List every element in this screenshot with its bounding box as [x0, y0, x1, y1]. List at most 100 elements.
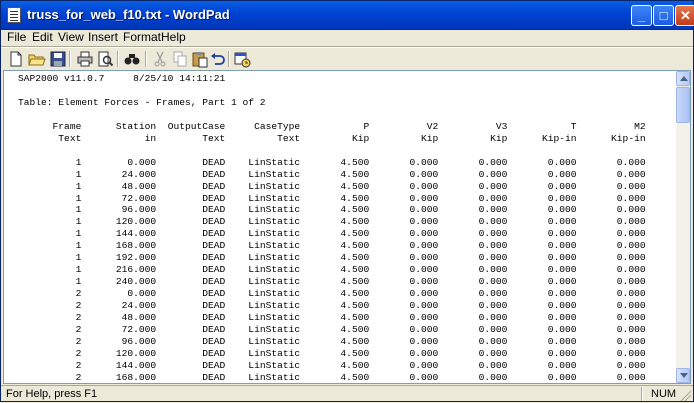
table-cell: 24.000 [81, 168, 157, 180]
cut-icon[interactable] [151, 50, 169, 68]
table-cell: M2 [576, 120, 646, 132]
window-title: truss_for_web_f10.txt - WordPad [27, 7, 230, 22]
table-cell: LinStatic [225, 324, 301, 336]
table-cell: 0.000 [576, 168, 646, 180]
menu-insert[interactable]: Insert [88, 30, 118, 44]
print-preview-icon[interactable] [96, 50, 114, 68]
table-row: 1 96.000 DEAD LinStatic 4.500 0.000 0.00… [18, 204, 646, 215]
wordpad-document-icon[interactable] [7, 7, 21, 23]
table-cell: OutputCase [156, 120, 226, 132]
table-cell: 0.000 [369, 347, 439, 359]
table-cell: LinStatic [225, 264, 301, 276]
table-cell: 168.000 [81, 240, 157, 252]
table-cell: 1 [18, 216, 82, 228]
table-cell: 0.000 [507, 192, 577, 204]
vertical-scrollbar[interactable] [676, 71, 690, 383]
table-cell: 0.000 [369, 192, 439, 204]
menu-file[interactable]: File [7, 30, 26, 44]
scroll-down-button[interactable] [676, 368, 690, 383]
table-cell: 0.000 [507, 264, 577, 276]
print-icon[interactable] [76, 50, 94, 68]
table-cell: 0.000 [369, 180, 439, 192]
scroll-thumb[interactable] [676, 87, 690, 123]
results-table: Frame Station OutputCase CaseType P V2 V… [18, 121, 646, 383]
table-row: 1 216.000 DEAD LinStatic 4.500 0.000 0.0… [18, 264, 646, 275]
table-row: 1 168.000 DEAD LinStatic 4.500 0.000 0.0… [18, 240, 646, 251]
date-time-icon[interactable] [233, 50, 251, 68]
save-icon[interactable] [49, 50, 67, 68]
table-cell: 2 [18, 347, 82, 359]
undo-icon[interactable] [209, 50, 227, 68]
table-cell: DEAD [156, 216, 226, 228]
minimize-button[interactable]: _ [631, 5, 652, 26]
open-folder-icon[interactable] [28, 50, 46, 68]
table-cell: 4.500 [300, 300, 370, 312]
table-cell: 1 [18, 228, 82, 240]
table-cell: 2 [18, 371, 82, 383]
table-cell: DEAD [156, 180, 226, 192]
table-cell: 2 [18, 359, 82, 371]
table-cell: Kip [438, 132, 508, 144]
wordpad-window: truss_for_web_f10.txt - WordPad _ □ ✕ Fi… [0, 0, 694, 402]
table-cell: 1 [18, 264, 82, 276]
title-bar[interactable]: truss_for_web_f10.txt - WordPad _ □ ✕ [1, 1, 694, 30]
table-cell: 1 [18, 276, 82, 288]
table-row: 1 0.000 DEAD LinStatic 4.500 0.000 0.000… [18, 157, 646, 168]
table-cell: 0.000 [576, 324, 646, 336]
document-area[interactable]: SAP2000 v11.0.7 8/25/10 14:11:21 Table: … [4, 71, 676, 383]
table-row: 1 48.000 DEAD LinStatic 4.500 0.000 0.00… [18, 181, 646, 192]
menu-view[interactable]: View [58, 30, 84, 44]
table-cell: 0.000 [438, 276, 508, 288]
table-cell: 0.000 [438, 240, 508, 252]
menu-format[interactable]: Format [123, 30, 161, 44]
table-cell: 0.000 [369, 312, 439, 324]
table-cell: V3 [438, 120, 508, 132]
table-row: 1 240.000 DEAD LinStatic 4.500 0.000 0.0… [18, 276, 646, 287]
menu-help[interactable]: Help [161, 30, 186, 44]
scroll-up-button[interactable] [676, 71, 690, 86]
table-cell: 0.000 [438, 216, 508, 228]
menu-edit[interactable]: Edit [32, 30, 53, 44]
table-cell: 0.000 [369, 252, 439, 264]
table-cell: DEAD [156, 288, 226, 300]
table-cell: 96.000 [81, 335, 157, 347]
document-text: SAP2000 v11.0.7 8/25/10 14:11:21 Table: … [18, 73, 646, 383]
table-cell: 168.000 [81, 371, 157, 383]
table-cell: 0.000 [576, 335, 646, 347]
table-cell: LinStatic [225, 359, 301, 371]
table-row: 2 0.000 DEAD LinStatic 4.500 0.000 0.000… [18, 288, 646, 299]
table-cell: 0.000 [576, 371, 646, 383]
chevron-up-icon [680, 76, 688, 81]
table-row: 1 24.000 DEAD LinStatic 4.500 0.000 0.00… [18, 169, 646, 180]
table-cell: LinStatic [225, 335, 301, 347]
table-cell: DEAD [156, 335, 226, 347]
table-cell: 216.000 [81, 264, 157, 276]
resize-grip[interactable] [679, 389, 691, 401]
table-cell: 4.500 [300, 228, 370, 240]
table-cell: 0.000 [576, 312, 646, 324]
table-cell: DEAD [156, 300, 226, 312]
find-icon[interactable] [123, 50, 141, 68]
copy-icon[interactable] [171, 50, 189, 68]
table-cell: 0.000 [438, 335, 508, 347]
paste-icon[interactable] [191, 50, 209, 68]
table-cell: DEAD [156, 228, 226, 240]
table-cell: 120.000 [81, 216, 157, 228]
table-cell: 0.000 [507, 204, 577, 216]
table-cell: 24.000 [81, 300, 157, 312]
close-button[interactable]: ✕ [675, 5, 694, 26]
table-cell: in [81, 132, 157, 144]
table-cell: 0.000 [576, 192, 646, 204]
table-cell: LinStatic [225, 216, 301, 228]
table-cell: 0.000 [438, 312, 508, 324]
new-document-icon[interactable] [7, 50, 25, 68]
table-cell: 0.000 [507, 216, 577, 228]
menu-bar: File Edit View Insert Format Help [1, 29, 693, 46]
status-help-text: For Help, press F1 [6, 388, 98, 400]
maximize-button[interactable]: □ [653, 5, 674, 26]
table-cell: 0.000 [438, 371, 508, 383]
table-row: 2 72.000 DEAD LinStatic 4.500 0.000 0.00… [18, 324, 646, 335]
table-cell: 0.000 [507, 371, 577, 383]
table-row: 1 144.000 DEAD LinStatic 4.500 0.000 0.0… [18, 228, 646, 239]
table-cell: LinStatic [225, 300, 301, 312]
